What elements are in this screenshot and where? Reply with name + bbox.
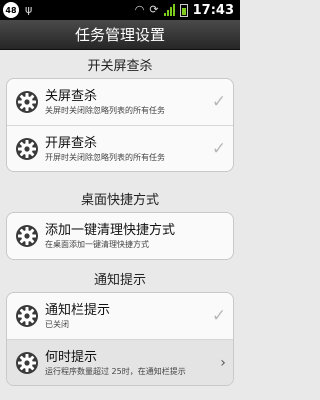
- setting-description: 开屏时关闭除忽略列表的所有任务: [45, 152, 165, 162]
- settings-card-screen-kill: 关屏查杀 关屏时关闭除忽略列表的所有任务 ✓ 开屏查杀 开屏时关闭除忽略列表的所…: [6, 78, 234, 172]
- section-header-desktop-shortcut: 桌面快捷方式: [80, 192, 159, 208]
- chevron-right-icon[interactable]: ›: [213, 355, 233, 371]
- wifi-icon: ◠: [134, 3, 145, 16]
- signal-icon: [163, 4, 175, 16]
- gear-icon: [16, 305, 38, 327]
- gear-icon: [16, 225, 38, 247]
- setting-row-notification-bar[interactable]: 通知栏提示 已关闭 ✓: [7, 293, 233, 339]
- gear-icon: [16, 137, 38, 160]
- setting-title: 通知栏提示: [45, 303, 111, 318]
- settings-card-notification: 通知栏提示 已关闭 ✓ 何时提示 运行程序数量超过 25时，在通知栏提示 ›: [6, 292, 234, 386]
- page-title: 任务管理设置: [0, 20, 240, 50]
- setting-description: 在桌面添加一键清理快捷方式: [45, 240, 149, 249]
- checkmark-icon[interactable]: ✓: [205, 306, 233, 326]
- setting-description: 已关闭: [45, 320, 69, 329]
- sync-icon: ⟳: [149, 3, 159, 16]
- setting-title: 何时提示: [45, 349, 98, 365]
- setting-row-when-to-notify[interactable]: 何时提示 运行程序数量超过 25时，在通知栏提示 ›: [7, 339, 233, 385]
- gear-icon: [16, 91, 38, 113]
- setting-title: 关屏查杀: [45, 89, 98, 104]
- clock: 17:43: [192, 2, 234, 18]
- battery-icon: [179, 3, 188, 17]
- setting-description: 运行程序数量超过 25时，在通知栏提示: [45, 366, 186, 376]
- checkmark-icon[interactable]: ✓: [205, 139, 233, 159]
- setting-title: 开屏查杀: [45, 135, 98, 151]
- gear-icon: [16, 351, 38, 374]
- setting-row-screen-off-kill[interactable]: 关屏查杀 关屏时关闭除忽略列表的所有任务 ✓: [7, 79, 233, 125]
- checkmark-icon[interactable]: ✓: [205, 92, 233, 112]
- setting-description: 关屏时关闭除忽略列表的所有任务: [45, 106, 165, 115]
- setting-title: 添加一键清理快捷方式: [45, 223, 176, 238]
- setting-row-screen-on-kill[interactable]: 开屏查杀 开屏时关闭除忽略列表的所有任务 ✓: [7, 125, 233, 171]
- setting-row-add-shortcut[interactable]: 添加一键清理快捷方式 在桌面添加一键清理快捷方式: [7, 213, 233, 259]
- settings-card-desktop-shortcut: 添加一键清理快捷方式 在桌面添加一键清理快捷方式: [6, 212, 234, 260]
- section-header-screen-kill: 开关屏查杀: [87, 58, 153, 74]
- status-bar: 48 ψ ◠ ⟳ 17:43: [0, 0, 240, 20]
- usb-icon: ψ: [25, 3, 33, 16]
- notification-count-badge: 48: [3, 2, 19, 18]
- section-header-notification: 通知提示: [93, 272, 146, 288]
